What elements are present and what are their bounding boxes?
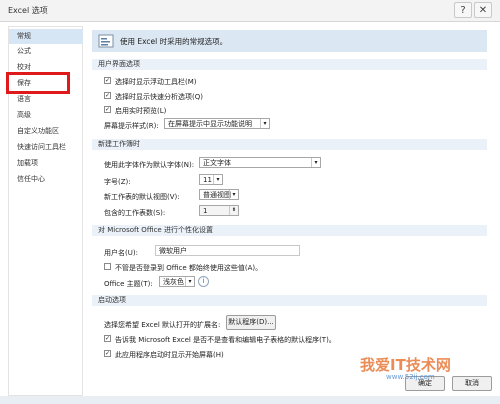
default-programs-button[interactable]: 默认程序(D)... (226, 315, 276, 330)
chevron-down-icon: ▾ (213, 175, 222, 184)
size-select[interactable]: 11 ▾ (199, 174, 223, 185)
sheets-stepper[interactable]: 1 ⬍ (199, 205, 239, 216)
font-select[interactable]: 正文字体 ▾ (199, 157, 321, 168)
always-use-checkbox[interactable] (104, 263, 111, 270)
notify-default-checkbox[interactable]: ✓ (104, 335, 111, 342)
username-label: 用户名(U): (104, 249, 138, 257)
window-title: Excel 选项 (8, 6, 48, 15)
screentip-label: 屏幕提示样式(R): (104, 122, 159, 130)
theme-label: Office 主题(T): (104, 280, 153, 288)
settings-icon (98, 33, 114, 49)
sidebar-item-customize-ribbon[interactable]: 自定义功能区 (9, 124, 83, 139)
font-label: 使用此字体作为默认字体(N): (104, 161, 195, 169)
mini-toolbar-checkbox[interactable]: ✓ (104, 77, 111, 84)
live-preview-label: 启用实时预览(L) (115, 107, 167, 115)
sidebar-item-advanced[interactable]: 高级 (9, 108, 83, 123)
info-icon: i (198, 276, 209, 287)
header-text: 使用 Excel 时采用的常规选项。 (120, 37, 228, 46)
watermark-logo: 我爱IT技术网 (360, 356, 451, 374)
section-personalize: 对 Microsoft Office 进行个性化设置 (92, 225, 487, 236)
chevron-down-icon: ▾ (311, 158, 320, 167)
live-preview-checkbox[interactable]: ✓ (104, 106, 111, 113)
quick-analysis-label: 选择时显示快速分析选项(Q) (115, 93, 203, 101)
always-use-label: 不管是否登录到 Office 都始终使用这些值(A)。 (115, 264, 263, 272)
screentip-select[interactable]: 在屏幕提示中显示功能说明 ▾ (164, 118, 270, 129)
stepper-arrows-icon[interactable]: ⬍ (229, 206, 238, 215)
sidebar-item-trust-center[interactable]: 信任中心 (9, 172, 83, 187)
save-highlight-box (6, 72, 70, 94)
quick-analysis-checkbox[interactable]: ✓ (104, 92, 111, 99)
close-button[interactable]: ✕ (474, 2, 492, 18)
cancel-button[interactable]: 取消 (452, 376, 492, 391)
size-label: 字号(Z): (104, 178, 131, 186)
view-label: 新工作表的默认视图(V): (104, 193, 180, 201)
status-strip (0, 396, 500, 404)
view-select[interactable]: 普通视图 ▾ (199, 189, 239, 200)
username-input[interactable]: 微软用户 (155, 245, 300, 256)
theme-select[interactable]: 浅灰色 ▾ (159, 276, 195, 287)
sidebar-item-language[interactable]: 语言 (9, 92, 83, 107)
section-startup: 启动选项 (92, 295, 487, 306)
sidebar-item-formulas[interactable]: 公式 (9, 44, 83, 59)
extension-label: 选择您希望 Excel 默认打开的扩展名: (104, 321, 221, 329)
mini-toolbar-label: 选择时显示浮动工具栏(M) (115, 78, 197, 86)
notify-default-label: 告诉我 Microsoft Excel 是否不是查看和编辑电子表格的默认程序(T… (115, 336, 336, 344)
sidebar-item-quick-access[interactable]: 快速访问工具栏 (9, 140, 83, 155)
sheets-label: 包含的工作表数(S): (104, 209, 166, 217)
chevron-down-icon: ▾ (229, 190, 238, 199)
help-button[interactable]: ? (454, 2, 472, 18)
watermark-url: www.52ij.com (386, 373, 435, 381)
section-ui-options: 用户界面选项 (92, 59, 487, 70)
sidebar-item-addins[interactable]: 加载项 (9, 156, 83, 171)
show-start-screen-label: 此应用程序启动时显示开始屏幕(H) (115, 351, 224, 359)
section-new-workbook: 新建工作簿时 (92, 139, 487, 150)
show-start-screen-checkbox[interactable]: ✓ (104, 350, 111, 357)
title-bar (0, 0, 500, 22)
chevron-down-icon: ▾ (260, 119, 269, 128)
sidebar-item-general[interactable]: 常规 (9, 29, 83, 44)
chevron-down-icon: ▾ (185, 277, 194, 286)
